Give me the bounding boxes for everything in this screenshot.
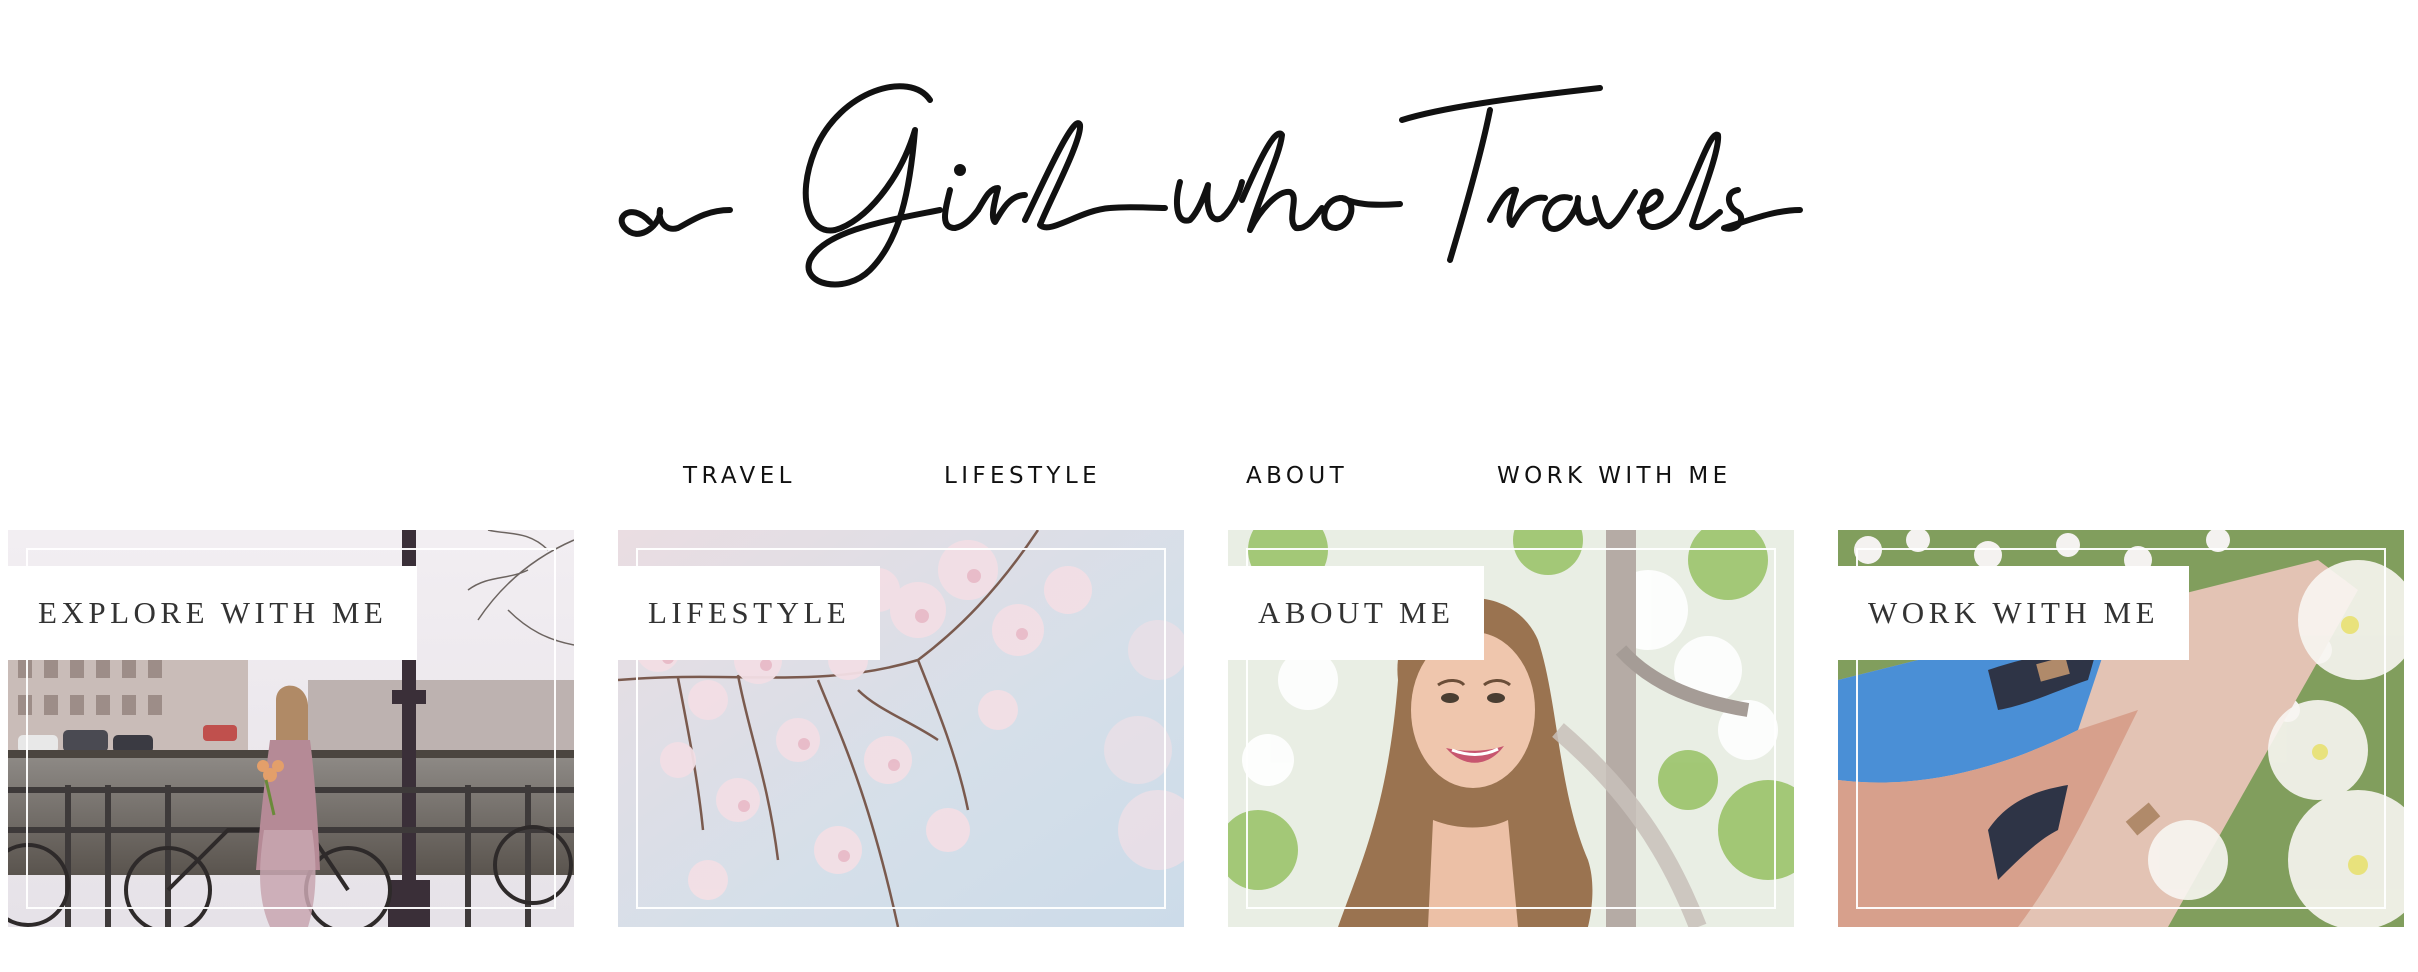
card-label-box: WORK WITH ME	[1838, 566, 2190, 660]
nav-item-lifestyle[interactable]: LIFESTYLE	[944, 458, 1101, 494]
nav-item-about[interactable]: ABOUT	[1246, 458, 1348, 494]
card-label: LIFESTYLE	[648, 595, 851, 630]
card-label: EXPLORE WITH ME	[38, 595, 388, 630]
nav-item-travel[interactable]: TRAVEL	[683, 458, 796, 494]
card-label-box: ABOUT ME	[1228, 566, 1485, 660]
logo-script-image	[618, 83, 1803, 288]
card-label-box: LIFESTYLE	[618, 566, 881, 660]
card-label: WORK WITH ME	[1868, 595, 2160, 630]
card-work-with-me[interactable]: WORK WITH ME	[1838, 530, 2404, 927]
card-label-box: EXPLORE WITH ME	[8, 566, 418, 660]
card-label: ABOUT ME	[1258, 595, 1455, 630]
nav-item-work-with-me[interactable]: WORK WITH ME	[1497, 458, 1732, 494]
card-explore-with-me[interactable]: EXPLORE WITH ME	[8, 530, 574, 927]
card-lifestyle[interactable]: LIFESTYLE	[618, 530, 1184, 927]
card-about-me[interactable]: ABOUT ME	[1228, 530, 1794, 927]
site-logo[interactable]	[610, 70, 1810, 300]
main-nav: TRAVEL LIFESTYLE ABOUT WORK WITH ME	[0, 458, 2418, 494]
